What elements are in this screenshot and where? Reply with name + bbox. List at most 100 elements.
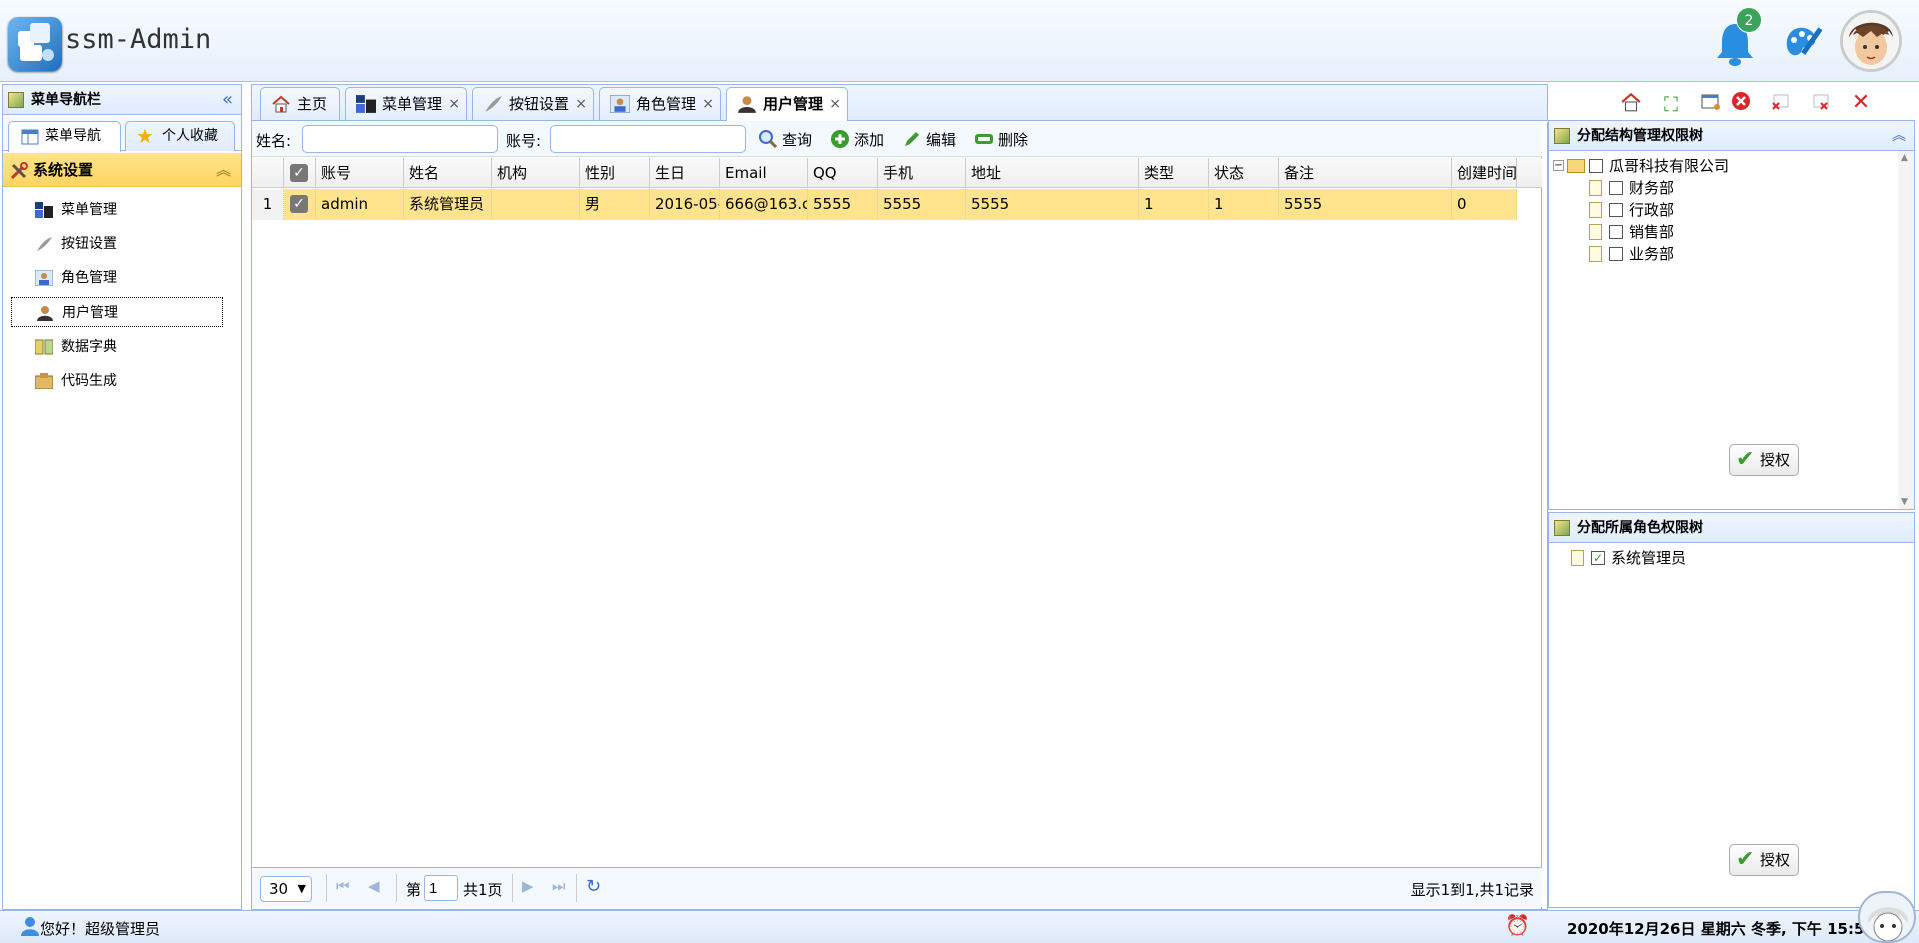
sidebar-item-user-management[interactable]: 用户管理 — [11, 297, 223, 327]
delete-button[interactable]: 删除 — [974, 129, 1028, 150]
panel-title-text: 分配结构管理权限树 — [1577, 128, 1703, 144]
feather-icon — [37, 237, 52, 251]
tab-home[interactable]: 主页 — [260, 87, 340, 120]
collapse-up-icon[interactable]: ︽ — [216, 153, 231, 187]
row-number-header — [252, 158, 284, 188]
tab-favorites[interactable]: ★ 个人收藏 — [125, 121, 235, 151]
column-header[interactable]: 备注 — [1279, 158, 1452, 188]
tab-label: 主页 — [297, 95, 328, 113]
tab-role-management[interactable]: 角色管理 × — [599, 87, 721, 120]
tree-checkbox[interactable] — [1609, 225, 1623, 239]
column-header[interactable]: QQ — [808, 158, 878, 188]
row-checkbox[interactable]: ✓ — [284, 189, 316, 220]
edit-label: 编辑 — [926, 131, 957, 149]
first-page-icon[interactable]: ⏮ — [336, 877, 350, 895]
select-all-checkbox[interactable]: ✓ — [284, 158, 316, 188]
tree-node-dept[interactable]: 销售部 — [1589, 221, 1789, 243]
refresh-icon[interactable]: ↻ — [586, 876, 601, 897]
role-card-icon — [35, 270, 53, 286]
close-tab-icon[interactable]: × — [575, 88, 587, 120]
name-search-input[interactable] — [302, 125, 498, 153]
scroll-down-icon[interactable]: ▼ — [1901, 497, 1908, 507]
column-header[interactable]: 状态 — [1209, 158, 1279, 188]
tree-node-company[interactable]: − 瓜哥科技有限公司 — [1553, 155, 1893, 177]
add-button[interactable]: 添加 — [830, 129, 884, 150]
section-system-settings[interactable]: 系统设置 ︽ — [3, 153, 241, 187]
tab-menu-navigation[interactable]: 菜单导航 — [8, 121, 121, 152]
column-header[interactable]: 账号 — [316, 158, 404, 188]
theme-palette-icon[interactable] — [1780, 20, 1824, 64]
page-size-select[interactable]: 30 ▼ — [260, 876, 312, 902]
fullscreen-icon[interactable]: ⛶ — [1658, 91, 1684, 117]
tree-checkbox[interactable] — [1589, 159, 1603, 173]
vertical-scrollbar[interactable]: ▲ ▼ — [1898, 151, 1914, 509]
tree-node-role[interactable]: ✓ 系统管理员 — [1571, 547, 1811, 569]
tree-checkbox[interactable] — [1609, 247, 1623, 261]
tab-menu-management[interactable]: 菜单管理 × — [345, 87, 467, 120]
tab-user-management[interactable]: 用户管理 × — [726, 87, 848, 121]
close-all-icon[interactable]: ✕ — [1848, 90, 1874, 116]
column-header[interactable]: 机构 — [492, 158, 580, 188]
close-tab-icon[interactable]: × — [829, 88, 841, 120]
tree-node-dept[interactable]: 财务部 — [1589, 177, 1789, 199]
tree-checkbox[interactable] — [1609, 181, 1623, 195]
tree-toggle-icon[interactable]: − — [1553, 160, 1564, 171]
tree-checkbox-checked[interactable]: ✓ — [1591, 551, 1605, 565]
tree-node-dept[interactable]: 业务部 — [1589, 243, 1789, 265]
sidebar-item-role-management[interactable]: 角色管理 — [33, 263, 223, 293]
column-header[interactable]: 姓名 — [404, 158, 492, 188]
sidebar-item-button-settings[interactable]: 按钮设置 — [33, 229, 223, 259]
panel-picture-icon — [8, 92, 24, 108]
account-search-input[interactable] — [550, 125, 746, 153]
sidebar-item-data-dictionary[interactable]: 数据字典 — [33, 332, 223, 362]
sidebar-item-menu-management[interactable]: 菜单管理 — [33, 195, 223, 225]
close-tab-icon[interactable]: × — [448, 88, 460, 120]
section-title: 系统设置 — [33, 161, 94, 179]
tree-node-label: 销售部 — [1629, 223, 1675, 241]
page-number-input[interactable] — [424, 875, 458, 901]
column-header[interactable]: 手机 — [878, 158, 966, 188]
prev-page-icon[interactable]: ◀ — [368, 877, 380, 895]
close-tab-icon[interactable]: × — [702, 88, 714, 120]
user-avatar[interactable] — [1840, 10, 1902, 72]
column-header[interactable]: 生日 — [650, 158, 720, 188]
grant-role-button[interactable]: ✔ 授权 — [1729, 844, 1799, 876]
column-header[interactable]: 创建时间 — [1452, 158, 1517, 188]
tree-node-label: 瓜哥科技有限公司 — [1609, 157, 1730, 175]
home-tab-icon[interactable] — [1618, 91, 1644, 117]
close-others-icon[interactable] — [1768, 91, 1794, 117]
query-button[interactable]: 查询 — [758, 129, 812, 150]
tab-button-settings[interactable]: 按钮设置 × — [472, 87, 594, 120]
org-permission-title: 分配结构管理权限树 ︽ — [1549, 121, 1914, 151]
org-permission-panel: 分配结构管理权限树 ︽ − 瓜哥科技有限公司 财务部 行政部 销售部 业务部 ✔… — [1548, 120, 1915, 510]
sidebar-item-code-generation[interactable]: 代码生成 — [33, 366, 223, 396]
floating-mascot-avatar[interactable] — [1858, 891, 1916, 943]
panel-picture-icon — [1554, 520, 1570, 536]
alarm-clock-icon[interactable]: ⏰ — [1505, 913, 1530, 937]
next-page-icon[interactable]: ▶ — [522, 877, 534, 895]
grant-org-button[interactable]: ✔ 授权 — [1729, 444, 1799, 476]
collapse-up-icon[interactable]: ︽ — [1892, 121, 1906, 151]
notification-badge: 2 — [1736, 7, 1762, 33]
tab-label: 角色管理 — [636, 95, 697, 113]
table-row[interactable]: 1 ✓ admin 系统管理员 男 2016-05- 666@163.co 55… — [252, 189, 1517, 220]
tree-checkbox[interactable] — [1609, 203, 1623, 217]
chevron-down-icon: ▼ — [297, 882, 306, 895]
tree-node-label: 财务部 — [1629, 179, 1675, 197]
column-header[interactable]: 类型 — [1139, 158, 1209, 188]
scroll-up-icon[interactable]: ▲ — [1901, 153, 1908, 163]
window-settings-icon[interactable] — [1698, 91, 1724, 117]
collapse-left-icon[interactable]: « — [222, 85, 233, 115]
file-icon — [1589, 180, 1602, 196]
tree-node-dept[interactable]: 行政部 — [1589, 199, 1789, 221]
column-header[interactable]: 性别 — [580, 158, 650, 188]
edit-button[interactable]: 编辑 — [902, 129, 956, 150]
sidebar-item-label: 角色管理 — [61, 270, 117, 286]
menu-blocks-icon — [35, 202, 53, 218]
table-cell: 5555 — [878, 189, 966, 220]
column-header[interactable]: Email — [720, 158, 808, 188]
close-current-tab-icon[interactable] — [1728, 91, 1754, 117]
column-header[interactable]: 地址 — [966, 158, 1139, 188]
close-right-icon[interactable] — [1808, 91, 1834, 117]
last-page-icon[interactable]: ⏭ — [552, 877, 566, 895]
